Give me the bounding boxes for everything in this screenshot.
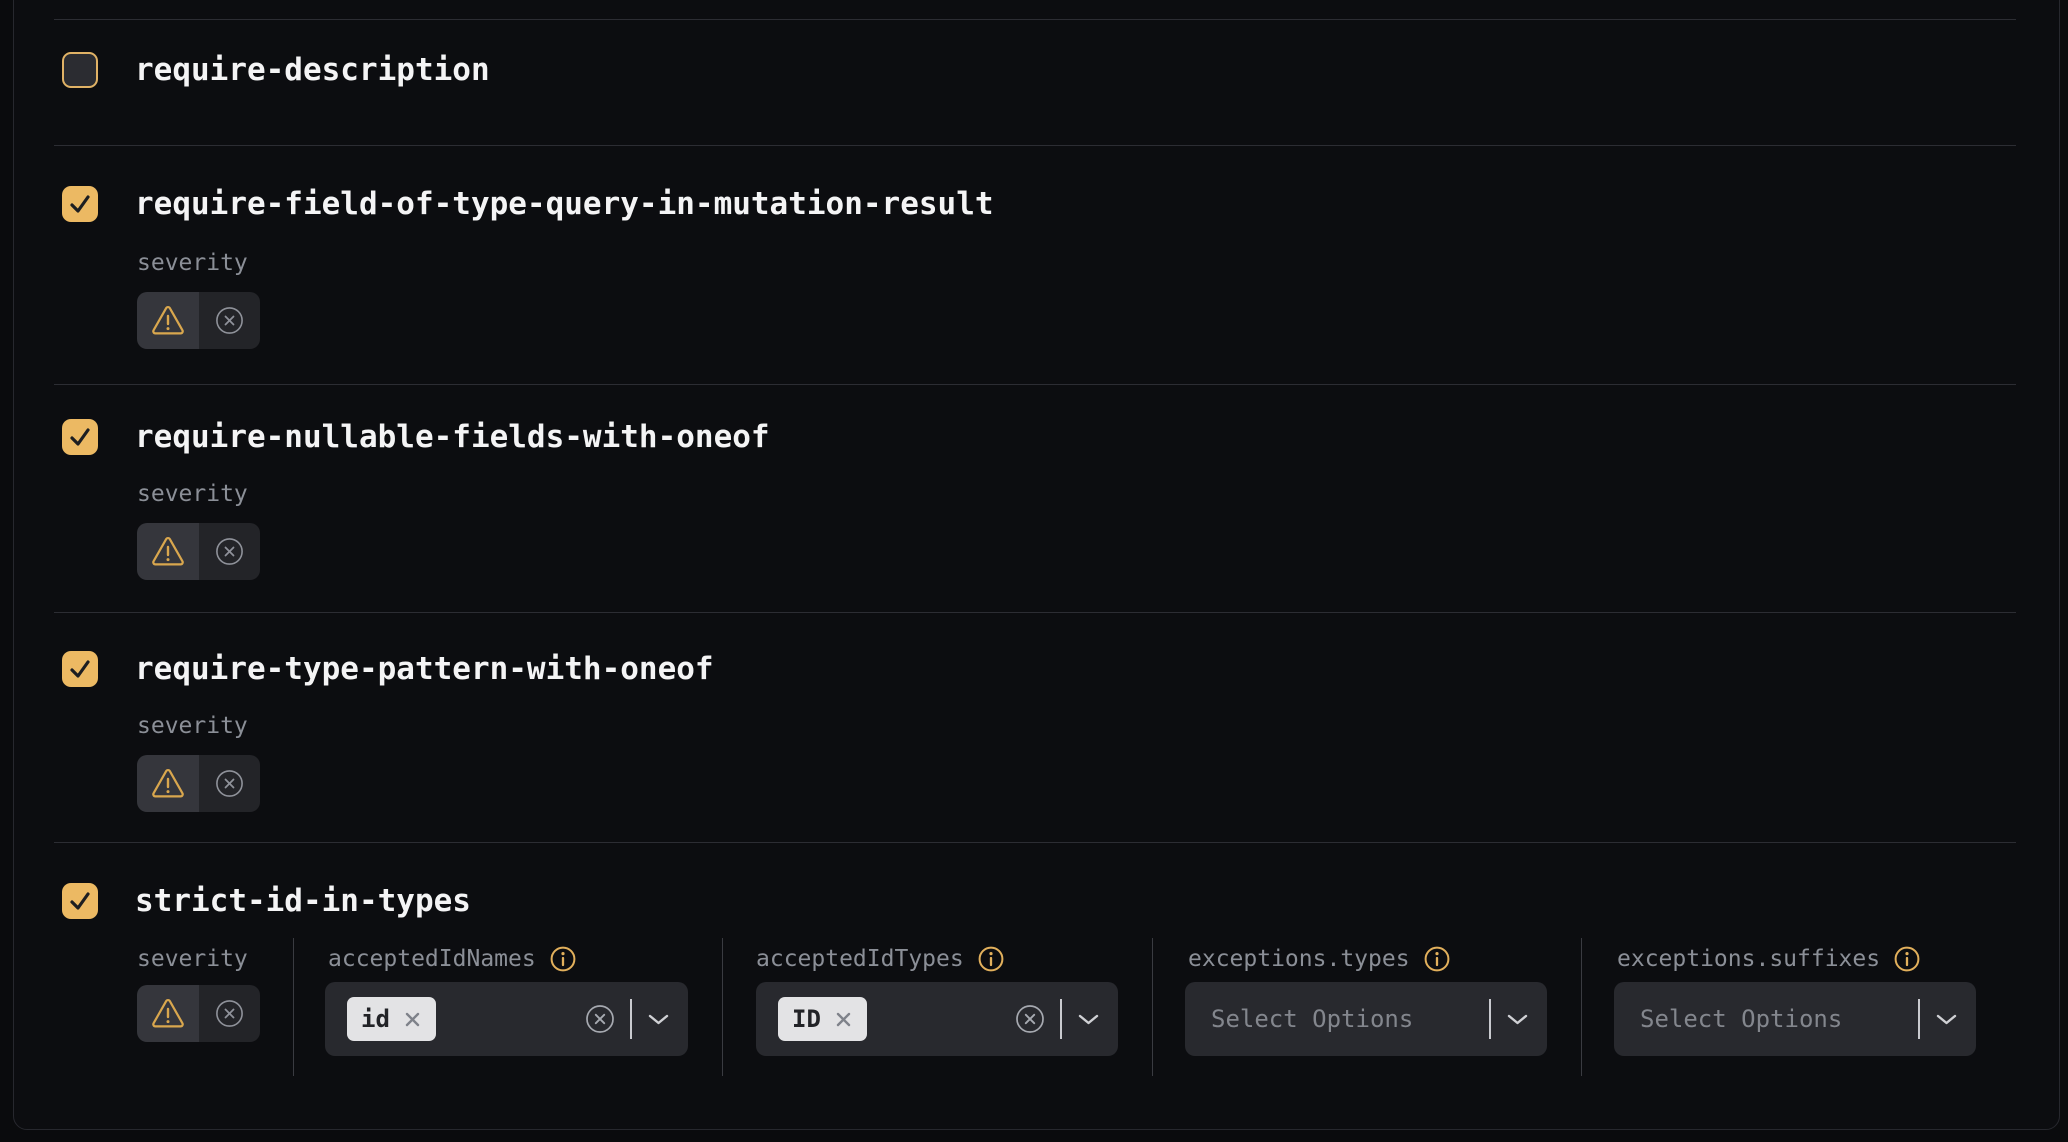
option-column-divider [1152,938,1153,1076]
select-divider [1489,999,1491,1039]
select-divider [1060,999,1062,1039]
severity-warn-segment[interactable] [137,985,199,1042]
option-column-divider [293,938,294,1076]
circle-x-icon [215,999,244,1028]
rule-checkbox[interactable] [62,52,98,88]
option-column-exceptions-types: exceptions.types Select Options [1185,944,1547,1056]
chevron-down-icon[interactable] [1935,1013,1958,1026]
circle-x-icon [215,306,244,335]
warning-triangle-icon [151,768,185,799]
multiselect-exceptions-types[interactable]: Select Options [1185,982,1547,1056]
rule-name: strict-id-in-types [135,881,471,921]
row-divider [54,145,2016,146]
severity-toggle[interactable] [137,985,260,1042]
severity-off-segment[interactable] [199,985,261,1042]
multiselect-acceptedIdNames[interactable]: id [325,982,688,1056]
info-circle-icon[interactable] [550,946,576,972]
select-placeholder: Select Options [1636,1005,1842,1033]
severity-label: severity [137,711,248,741]
select-placeholder: Select Options [1207,1005,1413,1033]
severity-toggle[interactable] [137,292,260,349]
multiselect-acceptedIdTypes[interactable]: ID [756,982,1118,1056]
row-divider [54,612,2016,613]
info-circle-icon[interactable] [1424,946,1450,972]
warning-triangle-icon [151,305,185,336]
x-icon[interactable] [403,1010,422,1029]
select-divider [1918,999,1920,1039]
check-icon [67,888,93,914]
rule-checkbox[interactable] [62,419,98,455]
chevron-down-icon[interactable] [1506,1013,1529,1026]
severity-off-segment[interactable] [199,755,261,812]
select-divider [630,999,632,1039]
warning-triangle-icon [151,998,185,1029]
option-column-acceptedIdTypes: acceptedIdTypes ID [756,944,1118,1056]
chevron-down-icon[interactable] [1077,1013,1100,1026]
check-icon [67,424,93,450]
rule-name: require-description [135,50,490,90]
severity-warn-segment[interactable] [137,292,199,349]
check-icon [67,191,93,217]
severity-label: severity [137,248,248,278]
selected-tag: id [347,997,436,1041]
severity-warn-segment[interactable] [137,523,199,580]
check-icon [67,656,93,682]
info-circle-icon[interactable] [1894,946,1920,972]
option-label: acceptedIdTypes [756,944,964,974]
multiselect-exceptions-suffixes[interactable]: Select Options [1614,982,1976,1056]
clear-selection-icon[interactable] [585,1004,615,1034]
rule-checkbox[interactable] [62,651,98,687]
x-icon[interactable] [834,1010,853,1029]
option-label: acceptedIdNames [328,944,536,974]
option-column-exceptions-suffixes: exceptions.suffixes Select Options [1614,944,1976,1056]
rule-checkbox[interactable] [62,186,98,222]
circle-x-icon [215,769,244,798]
rule-checkbox[interactable] [62,883,98,919]
severity-label: severity [137,479,248,509]
rule-name: require-type-pattern-with-oneof [135,649,714,689]
warning-triangle-icon [151,536,185,567]
severity-toggle[interactable] [137,523,260,580]
info-circle-icon[interactable] [978,946,1004,972]
row-divider [54,384,2016,385]
option-label: exceptions.types [1188,944,1410,974]
selected-tag: ID [778,997,867,1041]
severity-label: severity [137,944,260,974]
severity-toggle[interactable] [137,755,260,812]
row-divider [54,19,2016,20]
option-column-severity: severity [137,944,260,1042]
rule-name: require-field-of-type-query-in-mutation-… [135,184,994,224]
chevron-down-icon[interactable] [647,1013,670,1026]
circle-x-icon [215,537,244,566]
option-column-divider [722,938,723,1076]
option-column-acceptedIdNames: acceptedIdNames id [325,944,688,1056]
severity-off-segment[interactable] [199,292,261,349]
option-column-divider [1581,938,1582,1076]
severity-off-segment[interactable] [199,523,261,580]
severity-warn-segment[interactable] [137,755,199,812]
row-divider [54,842,2016,843]
clear-selection-icon[interactable] [1015,1004,1045,1034]
rule-name: require-nullable-fields-with-oneof [135,417,770,457]
rules-settings-panel: require-description require-field-of-typ… [0,0,2068,1142]
option-label: exceptions.suffixes [1617,944,1880,974]
